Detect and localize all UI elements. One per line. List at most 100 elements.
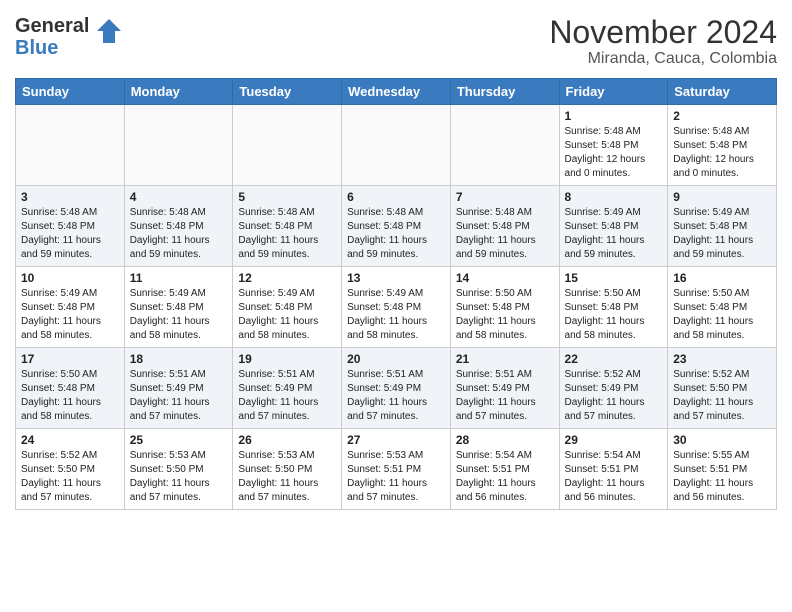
sunrise-text: Sunrise: 5:49 AM bbox=[130, 288, 206, 299]
sunset-text: Sunset: 5:50 PM bbox=[673, 383, 747, 394]
day-number: 19 bbox=[238, 352, 336, 366]
calendar-day-cell: 16Sunrise: 5:50 AMSunset: 5:48 PMDayligh… bbox=[668, 267, 777, 348]
daylight-text: Daylight: 11 hours and 57 minutes. bbox=[238, 478, 318, 503]
sunrise-text: Sunrise: 5:48 AM bbox=[565, 126, 641, 137]
day-number: 4 bbox=[130, 190, 228, 204]
sunset-text: Sunset: 5:49 PM bbox=[130, 383, 204, 394]
day-number: 14 bbox=[456, 271, 554, 285]
sunset-text: Sunset: 5:51 PM bbox=[347, 464, 421, 475]
daylight-text: Daylight: 11 hours and 59 minutes. bbox=[21, 235, 101, 260]
sunrise-text: Sunrise: 5:50 AM bbox=[673, 288, 749, 299]
daylight-text: Daylight: 11 hours and 58 minutes. bbox=[565, 316, 645, 341]
sunrise-text: Sunrise: 5:48 AM bbox=[456, 207, 532, 218]
day-number: 27 bbox=[347, 433, 445, 447]
calendar-day-cell: 5Sunrise: 5:48 AMSunset: 5:48 PMDaylight… bbox=[233, 186, 342, 267]
day-info: Sunrise: 5:53 AMSunset: 5:51 PMDaylight:… bbox=[347, 449, 445, 505]
sunset-text: Sunset: 5:48 PM bbox=[565, 302, 639, 313]
calendar-day-cell: 28Sunrise: 5:54 AMSunset: 5:51 PMDayligh… bbox=[450, 429, 559, 510]
calendar-week-row: 1 Sunrise: 5:48 AMSunset: 5:48 PMDaylight… bbox=[16, 105, 777, 186]
daylight-text: Daylight: 11 hours and 57 minutes. bbox=[21, 478, 101, 503]
day-info: Sunrise: 5:51 AMSunset: 5:49 PMDaylight:… bbox=[238, 368, 336, 424]
sunrise-text: Sunrise: 5:54 AM bbox=[565, 450, 641, 461]
daylight-text: Daylight: 11 hours and 57 minutes. bbox=[456, 397, 536, 422]
sunrise-text: Sunrise: 5:50 AM bbox=[21, 369, 97, 380]
sunrise-text: Sunrise: 5:51 AM bbox=[130, 369, 206, 380]
calendar-day-cell: 22Sunrise: 5:52 AMSunset: 5:49 PMDayligh… bbox=[559, 348, 668, 429]
sunset-text: Sunset: 5:48 PM bbox=[130, 302, 204, 313]
sunset-text: Sunset: 5:50 PM bbox=[21, 464, 95, 475]
calendar: SundayMondayTuesdayWednesdayThursdayFrid… bbox=[15, 78, 777, 510]
day-info: Sunrise: 5:48 AMSunset: 5:48 PMDaylight:… bbox=[347, 206, 445, 262]
sunset-text: Sunset: 5:48 PM bbox=[565, 221, 639, 232]
calendar-day-cell: 27Sunrise: 5:53 AMSunset: 5:51 PMDayligh… bbox=[342, 429, 451, 510]
daylight-text: Daylight: 11 hours and 58 minutes. bbox=[21, 397, 101, 422]
daylight-text: Daylight: 11 hours and 58 minutes. bbox=[130, 316, 210, 341]
day-info: Sunrise: 5:49 AMSunset: 5:48 PMDaylight:… bbox=[565, 206, 663, 262]
sunrise-text: Sunrise: 5:48 AM bbox=[130, 207, 206, 218]
day-number: 12 bbox=[238, 271, 336, 285]
sunset-text: Sunset: 5:49 PM bbox=[347, 383, 421, 394]
sunrise-text: Sunrise: 5:49 AM bbox=[565, 207, 641, 218]
daylight-text: Daylight: 11 hours and 57 minutes. bbox=[130, 397, 210, 422]
logo-icon bbox=[95, 17, 123, 50]
daylight-text: Daylight: 11 hours and 59 minutes. bbox=[456, 235, 536, 260]
day-info: Sunrise: 5:49 AMSunset: 5:48 PMDaylight:… bbox=[21, 287, 119, 343]
page-subtitle: Miranda, Cauca, Colombia bbox=[549, 50, 777, 68]
daylight-text: Daylight: 11 hours and 56 minutes. bbox=[673, 478, 753, 503]
calendar-day-cell: 8Sunrise: 5:49 AMSunset: 5:48 PMDaylight… bbox=[559, 186, 668, 267]
day-info: Sunrise: 5:48 AMSunset: 5:48 PMDaylight:… bbox=[673, 125, 771, 181]
day-info: Sunrise: 5:50 AMSunset: 5:48 PMDaylight:… bbox=[456, 287, 554, 343]
day-number: 7 bbox=[456, 190, 554, 204]
calendar-day-cell: 9Sunrise: 5:49 AMSunset: 5:48 PMDaylight… bbox=[668, 186, 777, 267]
daylight-text: Daylight: 11 hours and 59 minutes. bbox=[238, 235, 318, 260]
sunset-text: Sunset: 5:48 PM bbox=[21, 302, 95, 313]
sunset-text: Sunset: 5:49 PM bbox=[565, 383, 639, 394]
day-number: 23 bbox=[673, 352, 771, 366]
page: General Blue November 2024 Miranda, Cauc… bbox=[0, 0, 792, 520]
sunrise-text: Sunrise: 5:51 AM bbox=[347, 369, 423, 380]
daylight-text: Daylight: 11 hours and 56 minutes. bbox=[565, 478, 645, 503]
sunrise-text: Sunrise: 5:49 AM bbox=[673, 207, 749, 218]
calendar-day-cell: 23Sunrise: 5:52 AMSunset: 5:50 PMDayligh… bbox=[668, 348, 777, 429]
header: General Blue November 2024 Miranda, Cauc… bbox=[15, 15, 777, 68]
day-number: 21 bbox=[456, 352, 554, 366]
day-number: 24 bbox=[21, 433, 119, 447]
logo-part1: General bbox=[15, 15, 89, 37]
sunrise-text: Sunrise: 5:51 AM bbox=[456, 369, 532, 380]
day-info: Sunrise: 5:53 AM Sunset: 5:50 PM Daylight:… bbox=[238, 449, 336, 505]
sunset-text: Sunset: 5:50 PM bbox=[238, 464, 312, 475]
title-section: November 2024 Miranda, Cauca, Colombia bbox=[549, 15, 777, 68]
day-info: Sunrise: 5:54 AM Sunset: 5:51 PM Daylight:… bbox=[565, 449, 663, 505]
sunrise-text: Sunrise: 5:53 AM bbox=[238, 450, 314, 461]
sunrise-text: Sunrise: 5:53 AM bbox=[130, 450, 206, 461]
day-info: Sunrise: 5:51 AM Sunset: 5:49 PM Daylight:… bbox=[130, 368, 228, 424]
day-number: 5 bbox=[238, 190, 336, 204]
calendar-day-cell: 25Sunrise: 5:53 AMSunset: 5:50 PMDayligh… bbox=[124, 429, 233, 510]
daylight-text: Daylight: 11 hours and 58 minutes. bbox=[456, 316, 536, 341]
sunset-text: Sunset: 5:51 PM bbox=[456, 464, 530, 475]
sunset-text: Sunset: 5:51 PM bbox=[565, 464, 639, 475]
day-number: 6 bbox=[347, 190, 445, 204]
daylight-text: Daylight: 11 hours and 57 minutes. bbox=[347, 397, 427, 422]
calendar-day-cell bbox=[450, 105, 559, 186]
sunrise-text: Sunrise: 5:53 AM bbox=[347, 450, 423, 461]
day-number: 2 bbox=[673, 109, 771, 123]
calendar-week-row: 24Sunrise: 5:52 AMSunset: 5:50 PMDayligh… bbox=[16, 429, 777, 510]
calendar-day-cell: 13Sunrise: 5:49 AMSunset: 5:48 PMDayligh… bbox=[342, 267, 451, 348]
sunrise-text: Sunrise: 5:55 AM bbox=[673, 450, 749, 461]
day-number: 1 bbox=[565, 109, 663, 123]
daylight-text: Daylight: 11 hours and 57 minutes. bbox=[565, 397, 645, 422]
day-number: 28 bbox=[456, 433, 554, 447]
calendar-day-cell: 17Sunrise: 5:50 AMSunset: 5:48 PMDayligh… bbox=[16, 348, 125, 429]
sunset-text: Sunset: 5:48 PM bbox=[673, 302, 747, 313]
day-info: Sunrise: 5:49 AMSunset: 5:48 PMDaylight:… bbox=[238, 287, 336, 343]
sunset-text: Sunset: 5:50 PM bbox=[130, 464, 204, 475]
sunset-text: Sunset: 5:48 PM bbox=[21, 383, 95, 394]
day-info: Sunrise: 5:50 AM Sunset: 5:48 PM Daylight:… bbox=[21, 368, 119, 424]
sunset-text: Sunset: 5:48 PM bbox=[456, 302, 530, 313]
day-number: 26 bbox=[238, 433, 336, 447]
sunrise-text: Sunrise: 5:48 AM bbox=[347, 207, 423, 218]
page-title: November 2024 bbox=[549, 15, 777, 50]
sunrise-text: Sunrise: 5:52 AM bbox=[565, 369, 641, 380]
weekday-header: Friday bbox=[559, 79, 668, 105]
